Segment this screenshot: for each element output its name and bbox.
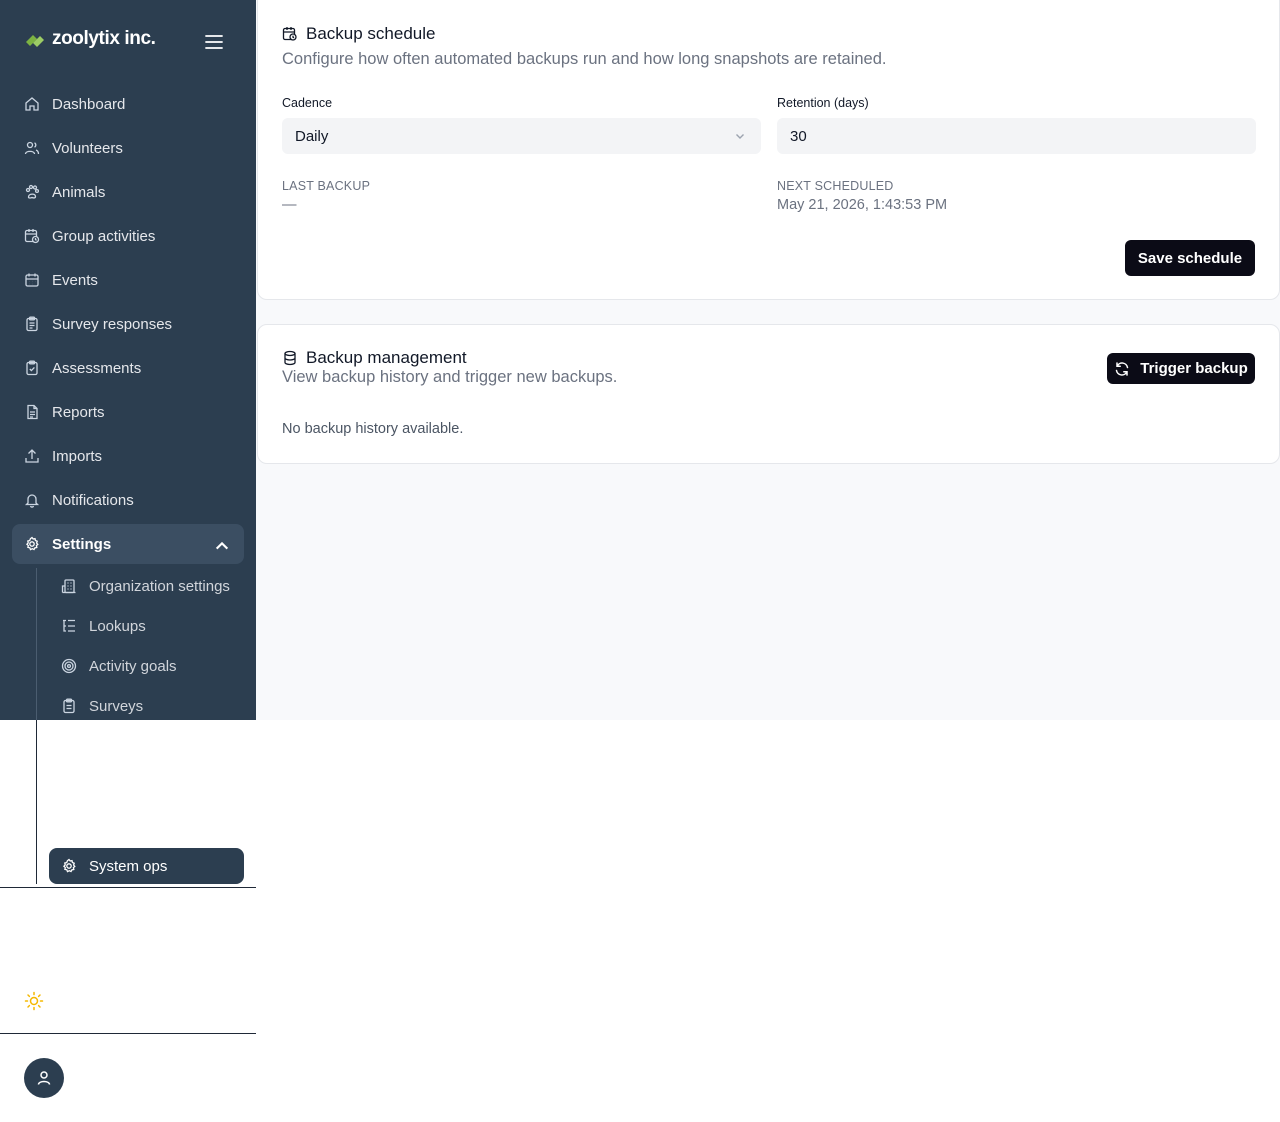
- cadence-value: Daily: [295, 127, 329, 145]
- sidebar-item-label: Reports: [52, 403, 105, 421]
- next-scheduled-label: NEXT SCHEDULED: [777, 179, 894, 193]
- sidebar-item-volunteers[interactable]: Volunteers: [12, 128, 244, 168]
- avatar[interactable]: [24, 1058, 64, 1098]
- upload-icon: [25, 449, 39, 463]
- sidebar-item-notifications[interactable]: Notifications: [12, 480, 244, 520]
- sidebar-item-label: Imports: [52, 447, 103, 465]
- sidebar-item-dashboard[interactable]: Dashboard: [12, 84, 244, 124]
- chevron-up-icon: [215, 541, 229, 550]
- refresh-icon: [1115, 361, 1129, 376]
- building-icon: [61, 579, 76, 594]
- sidebar-item-animals[interactable]: Animals: [12, 172, 244, 212]
- trigger-backup-button[interactable]: Trigger backup: [1107, 353, 1255, 384]
- chevron-down-icon: [736, 134, 744, 139]
- cadence-select[interactable]: Daily: [282, 118, 761, 154]
- cadence-label: Cadence: [282, 96, 333, 110]
- brand[interactable]: zoolytix inc.: [24, 28, 156, 50]
- last-backup-value: —: [282, 197, 297, 213]
- sidebar-subitem-label: System ops: [89, 857, 168, 875]
- card-title: Backup schedule: [306, 24, 436, 43]
- next-scheduled-value: May 21, 2026, 1:43:53 PM: [777, 197, 948, 213]
- sidebar-item-imports[interactable]: Imports: [12, 436, 244, 476]
- sidebar-subitem-activity-goals[interactable]: Activity goals: [49, 648, 244, 684]
- last-backup-label: LAST BACKUP: [282, 179, 371, 193]
- card-description: View backup history and trigger new back…: [282, 368, 618, 386]
- gear-icon: [25, 536, 39, 551]
- paw-icon: [25, 184, 40, 199]
- card-title: Backup management: [306, 348, 467, 367]
- sidebar-item-label: Dashboard: [52, 95, 126, 113]
- sidebar-item-assessments[interactable]: Assessments: [12, 348, 244, 388]
- sidebar-divider: [0, 887, 256, 888]
- sidebar-item-label: Assessments: [52, 359, 142, 377]
- leaf-logo-icon: [26, 35, 44, 47]
- hamburger-menu-icon[interactable]: [204, 32, 224, 52]
- sidebar-subitem-label: Activity goals: [89, 657, 177, 675]
- calendar-clock-icon: [282, 27, 297, 41]
- save-schedule-button[interactable]: Save schedule: [1125, 240, 1255, 276]
- sidebar-item-label: Notifications: [52, 491, 134, 509]
- backup-schedule-title-row: Backup schedule: [282, 24, 435, 44]
- target-icon: [61, 658, 77, 674]
- sidebar-item-survey-responses[interactable]: Survey responses: [12, 304, 244, 344]
- file-text-icon: [27, 404, 38, 420]
- sidebar-item-label: Volunteers: [52, 139, 123, 157]
- sidebar-subitem-label: Lookups: [89, 617, 146, 635]
- card-description: Configure how often automated backups ru…: [282, 50, 887, 68]
- clipboard-check-icon: [26, 360, 38, 376]
- home-icon: [25, 97, 39, 111]
- sun-icon[interactable]: [24, 991, 44, 1011]
- sidebar-item-settings[interactable]: Settings: [12, 524, 244, 564]
- backup-management-card: Backup management View backup history an…: [257, 324, 1280, 464]
- sidebar-item-label: Survey responses: [52, 315, 173, 333]
- users-icon: [24, 141, 40, 155]
- retention-input[interactable]: 30: [777, 118, 1256, 154]
- sidebar-item-group-activities[interactable]: Group activities: [12, 216, 244, 256]
- backup-management-title-row: Backup management: [282, 348, 467, 368]
- sidebar-subitem-organization-settings[interactable]: Organization settings: [49, 568, 244, 604]
- brand-name: zoolytix inc.: [52, 28, 156, 49]
- submenu-guide-line-lower: [36, 720, 37, 884]
- list-tree-icon: [63, 619, 75, 632]
- sidebar-subitem-label: Organization settings: [89, 577, 230, 595]
- save-schedule-label: Save schedule: [1137, 249, 1243, 267]
- sidebar-subitem-system-ops[interactable]: System ops: [49, 848, 244, 884]
- sidebar-subitem-label: Surveys: [89, 697, 144, 715]
- sidebar-subitem-surveys[interactable]: Surveys: [49, 688, 244, 724]
- database-icon: [284, 350, 296, 366]
- calendar-clock-icon: [24, 229, 40, 244]
- gear-icon: [62, 858, 76, 873]
- retention-label: Retention (days): [777, 96, 869, 110]
- sidebar-item-label: Group activities: [52, 227, 156, 245]
- user-icon: [37, 1071, 51, 1085]
- sidebar-item-reports[interactable]: Reports: [12, 392, 244, 432]
- bell-icon: [24, 494, 40, 508]
- calendar-icon: [25, 273, 39, 287]
- sidebar-item-label: Animals: [52, 183, 106, 201]
- sidebar-item-events[interactable]: Events: [12, 260, 244, 300]
- trigger-backup-label: Trigger backup: [1140, 360, 1248, 377]
- empty-state-text: No backup history available.: [282, 421, 464, 437]
- sidebar-item-label: Settings: [52, 535, 112, 553]
- sidebar-subitem-lookups[interactable]: Lookups: [49, 608, 244, 644]
- retention-value: 30: [790, 127, 807, 145]
- backup-schedule-card: Backup schedule Configure how often auto…: [257, 0, 1280, 300]
- sidebar-divider: [0, 1033, 256, 1034]
- sidebar-item-label: Events: [52, 271, 98, 289]
- clipboard-list-icon: [26, 316, 38, 332]
- clipboard-icon: [63, 698, 75, 714]
